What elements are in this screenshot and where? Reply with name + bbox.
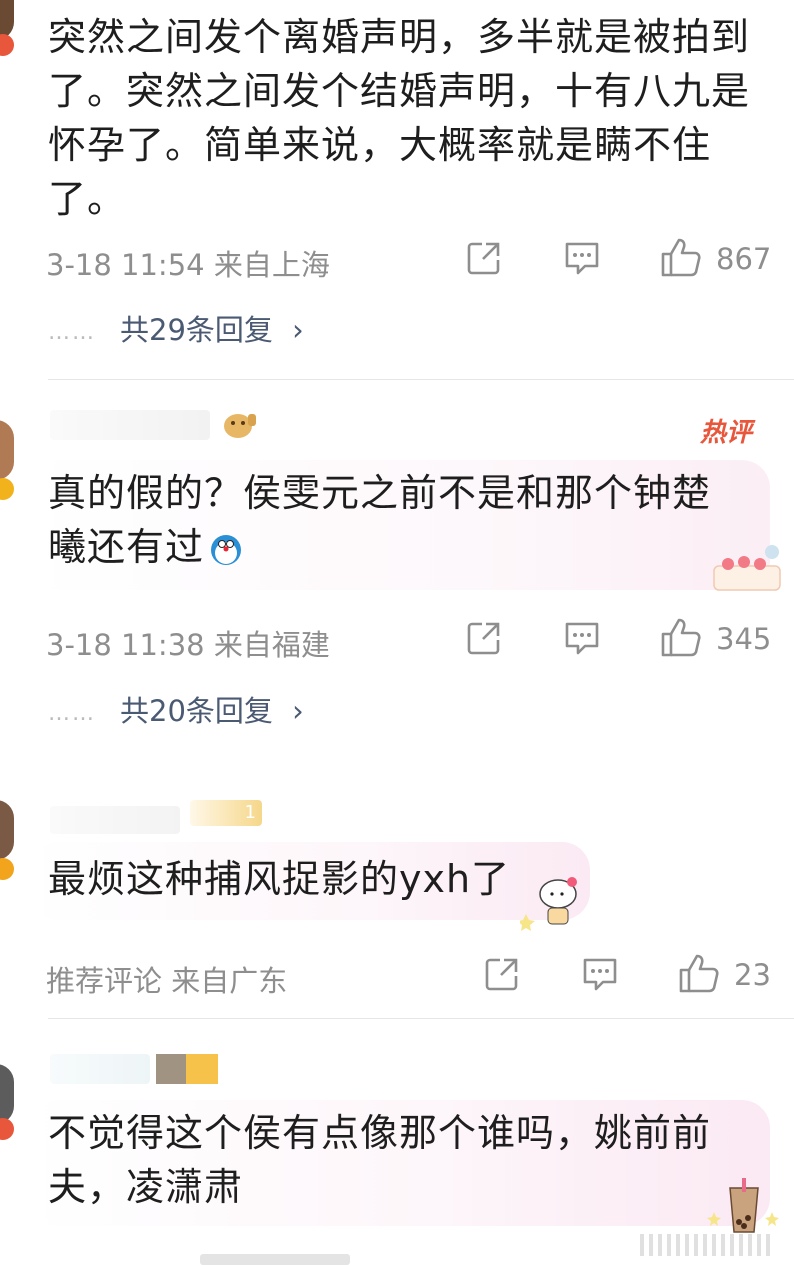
thumbs-up-icon[interactable]: [678, 952, 720, 994]
meta-blurred: [200, 1254, 350, 1265]
view-replies-link[interactable]: …… 共20条回复 ›: [48, 688, 304, 730]
watermark-blurred: [640, 1234, 770, 1256]
thumbs-up-icon[interactable]: [660, 616, 702, 658]
view-replies-link[interactable]: …… 共29条回复 ›: [48, 307, 304, 349]
avatar[interactable]: [0, 420, 14, 480]
hot-comment-badge: 热评: [700, 418, 753, 448]
comment-line: 最烦这种捕风捉影的yxh了: [48, 857, 511, 901]
verified-badge: [0, 34, 14, 56]
dots: ……: [48, 700, 96, 726]
username-blurred: [50, 410, 210, 440]
username-blurred: [50, 1054, 150, 1084]
cake-decoration-icon: [713, 545, 781, 591]
comment-line: 突然之间发个离婚声明，多半就是被拍到: [48, 15, 751, 59]
comment-icon[interactable]: [563, 620, 601, 658]
level-badge: 1: [190, 800, 262, 826]
divider: [48, 379, 794, 380]
comment-icon[interactable]: [581, 956, 619, 994]
comment-line: 怀孕了。简单来说，大概率就是瞒不住: [48, 123, 712, 167]
level-badge-text: 1: [244, 802, 256, 823]
comment-line: 曦还有过: [48, 520, 711, 574]
comment-meta: 3-18 11:38 来自福建: [46, 628, 330, 662]
doraemon-emoji-icon: [211, 534, 242, 565]
avatar[interactable]: [0, 1064, 14, 1124]
comment-text: 真的假的？侯雯元之前不是和那个钟楚 曦还有过: [48, 466, 711, 574]
verified-badge: [0, 478, 14, 500]
share-icon[interactable]: [484, 956, 520, 992]
comment-line: 了。突然之间发个结婚声明，十有八九是: [48, 69, 751, 113]
like-count: 23: [734, 958, 771, 992]
sticker-icon: [224, 414, 256, 438]
comment-line: 真的假的？侯雯元之前不是和那个钟楚: [48, 471, 712, 515]
username-blurred: [156, 1054, 186, 1084]
comment-line: 不觉得这个侯有点像那个谁吗，姚前前: [48, 1111, 712, 1155]
comment-text: 最烦这种捕风捉影的yxh了: [48, 852, 510, 906]
chevron-right-icon: ›: [292, 694, 304, 728]
username-blurred: [186, 1054, 218, 1084]
replies-label: 共20条回复: [120, 694, 273, 728]
comment-line: 了。: [48, 177, 127, 221]
comment-line: 夫，凌潇肃: [48, 1165, 244, 1209]
like-count: 345: [716, 622, 772, 656]
comment-icon[interactable]: [563, 240, 601, 278]
verified-badge: [0, 858, 14, 880]
like-count: 867: [716, 242, 772, 276]
thumbs-up-icon[interactable]: [660, 236, 702, 278]
avatar[interactable]: [0, 800, 14, 860]
hello-kitty-sticker-icon: [520, 877, 577, 931]
username-blurred: [50, 806, 180, 834]
chevron-right-icon: ›: [292, 313, 304, 347]
share-icon[interactable]: [466, 240, 502, 276]
comment-text: 突然之间发个离婚声明，多半就是被拍到 了。突然之间发个结婚声明，十有八九是 怀孕…: [48, 10, 750, 226]
comment-text: 不觉得这个侯有点像那个谁吗，姚前前 夫，凌潇肃: [48, 1106, 711, 1214]
comment-meta: 推荐评论 来自广东: [46, 964, 288, 998]
milk-tea-sticker-icon: [707, 1178, 779, 1233]
divider: [48, 1018, 794, 1019]
replies-label: 共29条回复: [120, 313, 273, 347]
dots: ……: [48, 319, 96, 345]
verified-badge: [0, 1118, 14, 1140]
comment-meta: 3-18 11:54 来自上海: [46, 248, 330, 282]
share-icon[interactable]: [466, 620, 502, 656]
